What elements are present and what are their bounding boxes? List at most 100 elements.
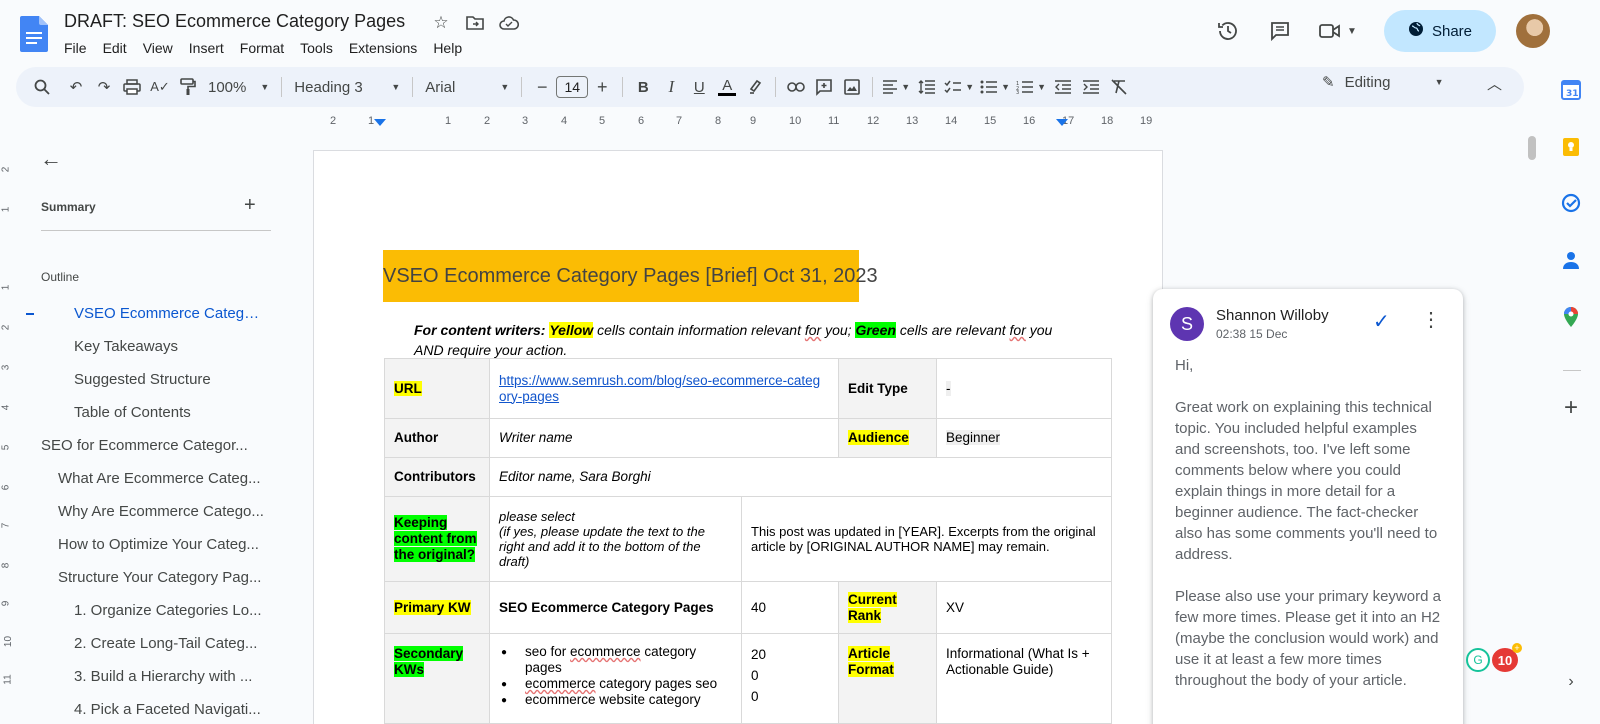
spellcheck-icon[interactable]: A✓ (146, 73, 174, 101)
bold-icon[interactable]: B (629, 73, 657, 101)
paint-format-icon[interactable] (174, 73, 202, 101)
right-indent-marker[interactable] (1056, 119, 1068, 126)
outline-item[interactable]: Table of Contents (74, 404, 264, 421)
table-cell[interactable]: This post was updated in [YEAR]. Excerpt… (741, 496, 1112, 582)
align-icon[interactable]: ▼ (879, 73, 913, 101)
numbered-list-icon[interactable]: 1 2 3 ▼ (1013, 73, 1049, 101)
resolve-check-icon[interactable]: ✓ (1373, 309, 1390, 334)
table-cell[interactable]: Edit Type (838, 358, 937, 419)
italic-icon[interactable]: I (657, 73, 685, 101)
add-comment-icon[interactable] (810, 73, 838, 101)
table-cell[interactable]: Editor name, Sara Borghi (489, 457, 1112, 497)
redo-icon[interactable]: ↷ (90, 73, 118, 101)
increase-font-size-icon[interactable]: + (588, 73, 616, 101)
table-cell[interactable]: - (936, 358, 1112, 419)
print-icon[interactable] (118, 73, 146, 101)
keeping-select[interactable]: please select (499, 509, 575, 524)
intro-paragraph[interactable]: For content writers: Yellow cells contai… (414, 320, 1074, 360)
table-cell[interactable]: seo for ecommerce category pages ecommer… (489, 633, 742, 724)
maps-icon[interactable] (1549, 302, 1593, 332)
menu-file[interactable]: File (56, 38, 95, 58)
table-cell[interactable]: 40 (741, 581, 839, 634)
table-cell[interactable]: Keeping content from the original? (384, 496, 490, 582)
table-cell[interactable]: Beginner (936, 418, 1112, 458)
calendar-icon[interactable]: 31 (1549, 75, 1593, 105)
table-cell[interactable]: Informational (What Is + Actionable Guid… (936, 633, 1112, 724)
paragraph-style-select[interactable]: Heading 3 ▼ (288, 79, 406, 96)
outline-item[interactable]: 4. Pick a Faceted Navigati... (74, 701, 270, 718)
bulleted-list-icon[interactable]: ▼ (977, 73, 1013, 101)
url-link[interactable]: https://www.semrush.com/blog/seo-ecommer… (499, 373, 820, 388)
left-indent-marker[interactable] (374, 119, 386, 126)
zoom-select[interactable]: 100% ▼ (202, 79, 275, 96)
highlight-color-icon[interactable] (741, 73, 769, 101)
menu-edit[interactable]: Edit (95, 38, 135, 58)
document-title[interactable]: DRAFT: SEO Ecommerce Category Pages (64, 11, 405, 32)
menu-format[interactable]: Format (232, 38, 292, 58)
menu-insert[interactable]: Insert (181, 38, 232, 58)
menu-extensions[interactable]: Extensions (341, 38, 425, 58)
search-menus-icon[interactable] (28, 73, 56, 101)
horizontal-ruler[interactable]: 2 1 1 2 3 4 5 6 7 8 9 10 11 12 13 14 15 … (310, 113, 1170, 131)
menu-view[interactable]: View (135, 38, 181, 58)
comment-card[interactable]: S Shannon Willoby 02:38 15 Dec ✓ ⋮ Hi, G… (1153, 289, 1463, 724)
outline-item[interactable]: 1. Organize Categories Lo... (74, 602, 270, 619)
outline-item[interactable]: Key Takeaways (74, 338, 264, 355)
clear-formatting-icon[interactable] (1105, 73, 1133, 101)
outline-item[interactable]: What Are Ecommerce Categ... (58, 470, 270, 487)
tasks-icon[interactable] (1549, 188, 1593, 218)
version-history-icon[interactable] (1208, 11, 1248, 51)
editing-mode-select[interactable]: ✎ Editing ▼ (1322, 73, 1444, 92)
decrease-font-size-icon[interactable]: − (528, 73, 556, 101)
document-page[interactable]: VSEO Ecommerce Category Pages [Brief] Oc… (313, 150, 1163, 724)
docs-logo-icon[interactable] (20, 16, 48, 52)
insert-link-icon[interactable] (782, 73, 810, 101)
collapse-menus-icon[interactable]: ︿ (1487, 73, 1502, 94)
table-cell[interactable]: https://www.semrush.com/blog/seo-ecommer… (489, 358, 839, 419)
meet-icon[interactable]: ▼ (1312, 11, 1364, 51)
table-cell[interactable]: Current Rank (838, 581, 937, 634)
text-color-icon[interactable]: A (713, 73, 741, 101)
outline-item[interactable]: Suggested Structure (74, 371, 264, 388)
table-cell[interactable]: Primary KW (384, 581, 490, 634)
menu-tools[interactable]: Tools (292, 38, 341, 58)
scrollbar-thumb[interactable] (1528, 136, 1536, 160)
move-folder-icon[interactable] (464, 12, 486, 34)
contacts-icon[interactable] (1549, 245, 1593, 275)
table-cell[interactable]: Secondary KWs (384, 633, 490, 724)
outline-item[interactable]: Why Are Ecommerce Catego... (58, 503, 270, 520)
outline-item[interactable]: 2. Create Long-Tail Categ... (74, 635, 270, 652)
more-options-icon[interactable]: ⋮ (1421, 307, 1441, 332)
back-arrow-icon[interactable]: ← (40, 146, 62, 172)
cloud-saved-icon[interactable] (498, 12, 520, 34)
chevron-right-icon[interactable]: › (1549, 667, 1593, 697)
checklist-icon[interactable]: ▼ (941, 73, 977, 101)
outline-item[interactable]: How to Optimize Your Categ... (58, 536, 270, 553)
outline-item[interactable]: Structure Your Category Pag... (58, 569, 270, 586)
table-cell[interactable]: Audience (838, 418, 937, 458)
line-spacing-icon[interactable] (913, 73, 941, 101)
outline-item[interactable]: 3. Build a Hierarchy with ... (74, 668, 270, 685)
font-size-input[interactable]: 14 (556, 76, 589, 98)
font-family-select[interactable]: Arial ▼ (419, 79, 515, 96)
keep-icon[interactable] (1549, 132, 1593, 162)
outline-item[interactable]: SEO for Ecommerce Categor... (41, 437, 271, 454)
increase-indent-icon[interactable] (1077, 73, 1105, 101)
underline-icon[interactable]: U (685, 73, 713, 101)
table-cell[interactable]: please select (if yes, please update the… (489, 496, 742, 582)
comments-icon[interactable] (1260, 11, 1300, 51)
table-cell[interactable]: 20 0 0 (741, 633, 839, 724)
table-cell[interactable]: SEO Ecommerce Category Pages (489, 581, 742, 634)
grammar-assistant-badge[interactable]: G 10 + (1466, 643, 1522, 675)
outline-item[interactable]: VSEO Ecommerce Catego... (74, 305, 264, 322)
table-cell[interactable]: URL (384, 358, 490, 419)
table-cell[interactable]: XV (936, 581, 1112, 634)
table-cell[interactable]: Writer name (489, 418, 839, 458)
star-icon[interactable]: ☆ (430, 12, 452, 34)
undo-icon[interactable]: ↶ (62, 73, 90, 101)
document-heading[interactable]: VSEO Ecommerce Category Pages [Brief] Oc… (383, 250, 878, 302)
menu-help[interactable]: Help (425, 38, 470, 58)
user-avatar[interactable] (1516, 14, 1550, 48)
insert-image-icon[interactable] (838, 73, 866, 101)
share-button[interactable]: Share (1384, 10, 1496, 52)
